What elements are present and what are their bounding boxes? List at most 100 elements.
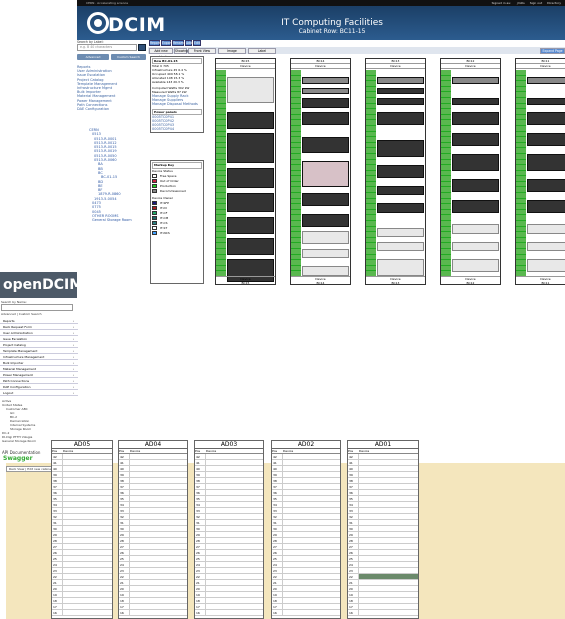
name-search-input[interactable]: [1, 304, 73, 311]
device[interactable]: [452, 178, 499, 192]
row-device[interactable]: [359, 538, 418, 543]
row-device[interactable]: [359, 562, 418, 567]
row-device[interactable]: [359, 472, 418, 477]
row-device[interactable]: [283, 544, 340, 549]
row-device[interactable]: [359, 532, 418, 537]
row-device[interactable]: [359, 556, 418, 561]
bottom-cabinet[interactable]: AD04 Pos Device 42 41 40 39 38 37 36 35 34 33 32 31 30 2…: [118, 440, 188, 619]
row-device[interactable]: [63, 592, 112, 597]
row-device[interactable]: [130, 604, 187, 609]
row-device[interactable]: [130, 544, 187, 549]
row-device[interactable]: [130, 514, 187, 519]
row-device[interactable]: [130, 592, 187, 597]
row-device[interactable]: [283, 478, 340, 483]
device[interactable]: [302, 136, 349, 153]
row-device[interactable]: [283, 586, 340, 591]
row-device[interactable]: [359, 502, 418, 507]
row-device[interactable]: [63, 508, 112, 513]
row-device[interactable]: [63, 502, 112, 507]
row-device[interactable]: [63, 604, 112, 609]
device[interactable]: [377, 227, 424, 238]
row-device[interactable]: [63, 574, 112, 579]
device[interactable]: [227, 112, 274, 129]
row-device[interactable]: [359, 586, 418, 591]
row-device[interactable]: [283, 604, 340, 609]
tab-export[interactable]: Export: [161, 40, 172, 46]
row-device[interactable]: [206, 520, 263, 525]
row-device[interactable]: [283, 496, 340, 501]
bottom-cabinet[interactable]: AD02 Pos Device 42 41 40 39 38 37 36 35 34 33 32 31 30 2…: [271, 440, 341, 619]
row-device[interactable]: [130, 520, 187, 525]
row-device[interactable]: [359, 574, 418, 579]
tab-rename[interactable]: Rename: [172, 40, 186, 46]
device[interactable]: [227, 192, 274, 213]
device[interactable]: [302, 248, 349, 259]
row-device[interactable]: [130, 460, 187, 465]
row-device[interactable]: [206, 490, 263, 495]
row-device[interactable]: [359, 580, 418, 585]
row-device[interactable]: [206, 598, 263, 603]
row-device[interactable]: [63, 586, 112, 591]
row-device[interactable]: [359, 598, 418, 603]
row-device[interactable]: [206, 496, 263, 501]
row-device[interactable]: [130, 586, 187, 591]
row-device[interactable]: [130, 550, 187, 555]
device[interactable]: [527, 98, 565, 105]
device[interactable]: [377, 185, 424, 196]
device[interactable]: [452, 154, 499, 171]
panel-link[interactable]: 0005TC0P44: [152, 127, 202, 131]
row-device[interactable]: [206, 550, 263, 555]
row-device[interactable]: [130, 610, 187, 615]
device[interactable]: [452, 259, 499, 273]
device[interactable]: [377, 140, 424, 157]
device[interactable]: [302, 266, 349, 276]
row-device[interactable]: [130, 466, 187, 471]
search-icon[interactable]: [138, 44, 146, 51]
row-device[interactable]: [206, 604, 263, 609]
row-device[interactable]: [283, 520, 340, 525]
row-device[interactable]: [283, 598, 340, 603]
device[interactable]: [527, 112, 565, 126]
device[interactable]: [302, 98, 349, 108]
device[interactable]: [227, 168, 274, 188]
cabinet[interactable]: BC14 Device Device BC14: [290, 58, 351, 285]
row-device[interactable]: [283, 592, 340, 597]
row-device[interactable]: [63, 472, 112, 477]
tree-item[interactable]: General Storage Room: [89, 218, 132, 222]
device[interactable]: [302, 213, 349, 227]
custom-search-button[interactable]: Custom Search: [111, 54, 146, 60]
row-device[interactable]: [283, 538, 340, 543]
row-device[interactable]: [130, 472, 187, 477]
row-device[interactable]: [130, 568, 187, 573]
row-device[interactable]: [130, 502, 187, 507]
row-device[interactable]: [206, 472, 263, 477]
row-device[interactable]: [206, 532, 263, 537]
device[interactable]: [452, 112, 499, 126]
row-device[interactable]: [63, 538, 112, 543]
row-device[interactable]: [206, 556, 263, 561]
device[interactable]: [377, 98, 424, 105]
row-device[interactable]: [130, 574, 187, 579]
nav-dae[interactable]: DAE Configuration: [77, 107, 117, 111]
device[interactable]: [452, 133, 499, 147]
row-device[interactable]: [283, 460, 340, 465]
row-device[interactable]: [130, 478, 187, 483]
device[interactable]: [302, 192, 349, 206]
row-device[interactable]: [283, 466, 340, 471]
row-device[interactable]: [283, 580, 340, 585]
row-device[interactable]: [130, 538, 187, 543]
cabinet[interactable]: BC15 Device Device BC15: [215, 58, 276, 285]
row-device[interactable]: [206, 454, 263, 459]
row-device[interactable]: [63, 454, 112, 459]
row-device[interactable]: [283, 514, 340, 519]
row-device[interactable]: [63, 466, 112, 471]
row-device[interactable]: [206, 574, 263, 579]
row-device[interactable]: [206, 568, 263, 573]
search-input[interactable]: e.g. B 40 characters: [77, 44, 137, 51]
row-device[interactable]: [63, 610, 112, 615]
menu-logout[interactable]: Logout: [0, 390, 78, 396]
row-device[interactable]: [130, 580, 187, 585]
row-device[interactable]: [359, 490, 418, 495]
row-device[interactable]: [63, 520, 112, 525]
tab-edit[interactable]: Edit: [193, 40, 201, 46]
